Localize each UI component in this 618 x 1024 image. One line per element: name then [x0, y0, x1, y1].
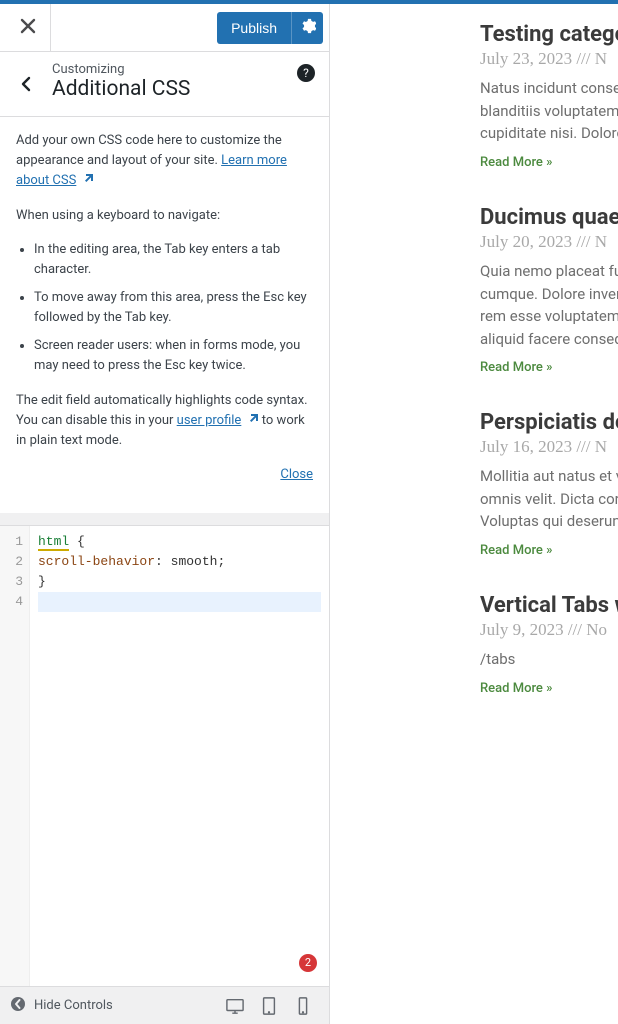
- readmore-link[interactable]: Read More »: [480, 360, 552, 375]
- post-meta: July 16, 2023 /// N: [480, 437, 618, 457]
- section-header: Customizing Additional CSS ?: [0, 52, 329, 117]
- post-meta: July 20, 2023 /// N: [480, 232, 618, 252]
- external-link-icon: [82, 172, 94, 184]
- chevron-left-icon: [18, 76, 34, 96]
- code-area[interactable]: 1 2 3 4 html { scroll-behavior: smooth; …: [0, 526, 329, 986]
- css-editor: 1 2 3 4 html { scroll-behavior: smooth; …: [0, 525, 329, 986]
- readmore-link[interactable]: Read More »: [480, 543, 552, 558]
- post-excerpt: /tabs: [480, 648, 618, 671]
- close-icon: [20, 18, 36, 38]
- back-button[interactable]: [14, 74, 38, 98]
- post-excerpt: Natus incidunt conseblanditiis voluptate…: [480, 77, 618, 145]
- external-link-icon: [247, 412, 259, 424]
- post-meta: July 9, 2023 /// No: [480, 620, 618, 640]
- help-li-2: To move away from this area, press the E…: [34, 288, 313, 328]
- post-excerpt: Mollitia aut natus et vomnis velit. Dict…: [480, 465, 618, 533]
- post-title[interactable]: Vertical Tabs w: [480, 593, 618, 618]
- collapse-icon: [10, 996, 26, 1016]
- device-tablet[interactable]: [259, 996, 279, 1016]
- publish-wrap: Publish: [217, 12, 323, 44]
- post-excerpt: Quia nemo placeat fucumque. Dolore inver…: [480, 260, 618, 350]
- help-li-3: Screen reader users: when in forms mode,…: [34, 336, 313, 376]
- post-title[interactable]: Ducimus quae: [480, 205, 618, 230]
- help-toggle[interactable]: ?: [297, 64, 315, 82]
- publish-button[interactable]: Publish: [217, 12, 291, 44]
- help-panel: Add your own CSS code here to customize …: [0, 117, 329, 513]
- post-title[interactable]: Testing catego: [480, 22, 618, 47]
- publish-settings-button[interactable]: [291, 12, 323, 44]
- section-title: Additional CSS: [52, 77, 315, 102]
- customizer-sidebar: Publish Customizing Additional CSS ? Add…: [0, 4, 330, 1024]
- post-3: Perspiciatis do July 16, 2023 /// N Moll…: [480, 410, 618, 593]
- post-2: Ducimus quae July 20, 2023 /// N Quia ne…: [480, 205, 618, 410]
- customizing-label: Customizing: [52, 62, 315, 77]
- readmore-link[interactable]: Read More »: [480, 155, 552, 170]
- gear-icon: [300, 18, 316, 37]
- customizer-footer: Hide Controls: [0, 986, 329, 1024]
- device-switcher: [225, 996, 319, 1016]
- customizer-topbar: Publish: [0, 4, 329, 52]
- device-mobile[interactable]: [293, 996, 313, 1016]
- device-desktop[interactable]: [225, 996, 245, 1016]
- help-li-1: In the editing area, the Tab key enters …: [34, 240, 313, 280]
- close-customizer-button[interactable]: [6, 4, 51, 51]
- post-meta: July 23, 2023 /// N: [480, 49, 618, 69]
- post-4: Vertical Tabs w July 9, 2023 /// No /tab…: [480, 593, 618, 731]
- site-preview: Testing catego July 23, 2023 /// N Natus…: [330, 4, 618, 1024]
- line-gutter: 1 2 3 4: [0, 526, 30, 986]
- nav-intro: When using a keyboard to navigate:: [16, 206, 313, 226]
- error-count-badge[interactable]: 2: [299, 954, 317, 972]
- code-content[interactable]: html { scroll-behavior: smooth; }: [30, 526, 329, 986]
- user-profile-link[interactable]: user profile: [177, 413, 242, 428]
- hide-controls-button[interactable]: Hide Controls: [10, 996, 113, 1016]
- post-title[interactable]: Perspiciatis do: [480, 410, 618, 435]
- readmore-link[interactable]: Read More »: [480, 681, 552, 696]
- post-1: Testing catego July 23, 2023 /// N Natus…: [480, 22, 618, 205]
- hide-controls-label: Hide Controls: [34, 998, 113, 1013]
- close-help-link[interactable]: Close: [280, 467, 313, 482]
